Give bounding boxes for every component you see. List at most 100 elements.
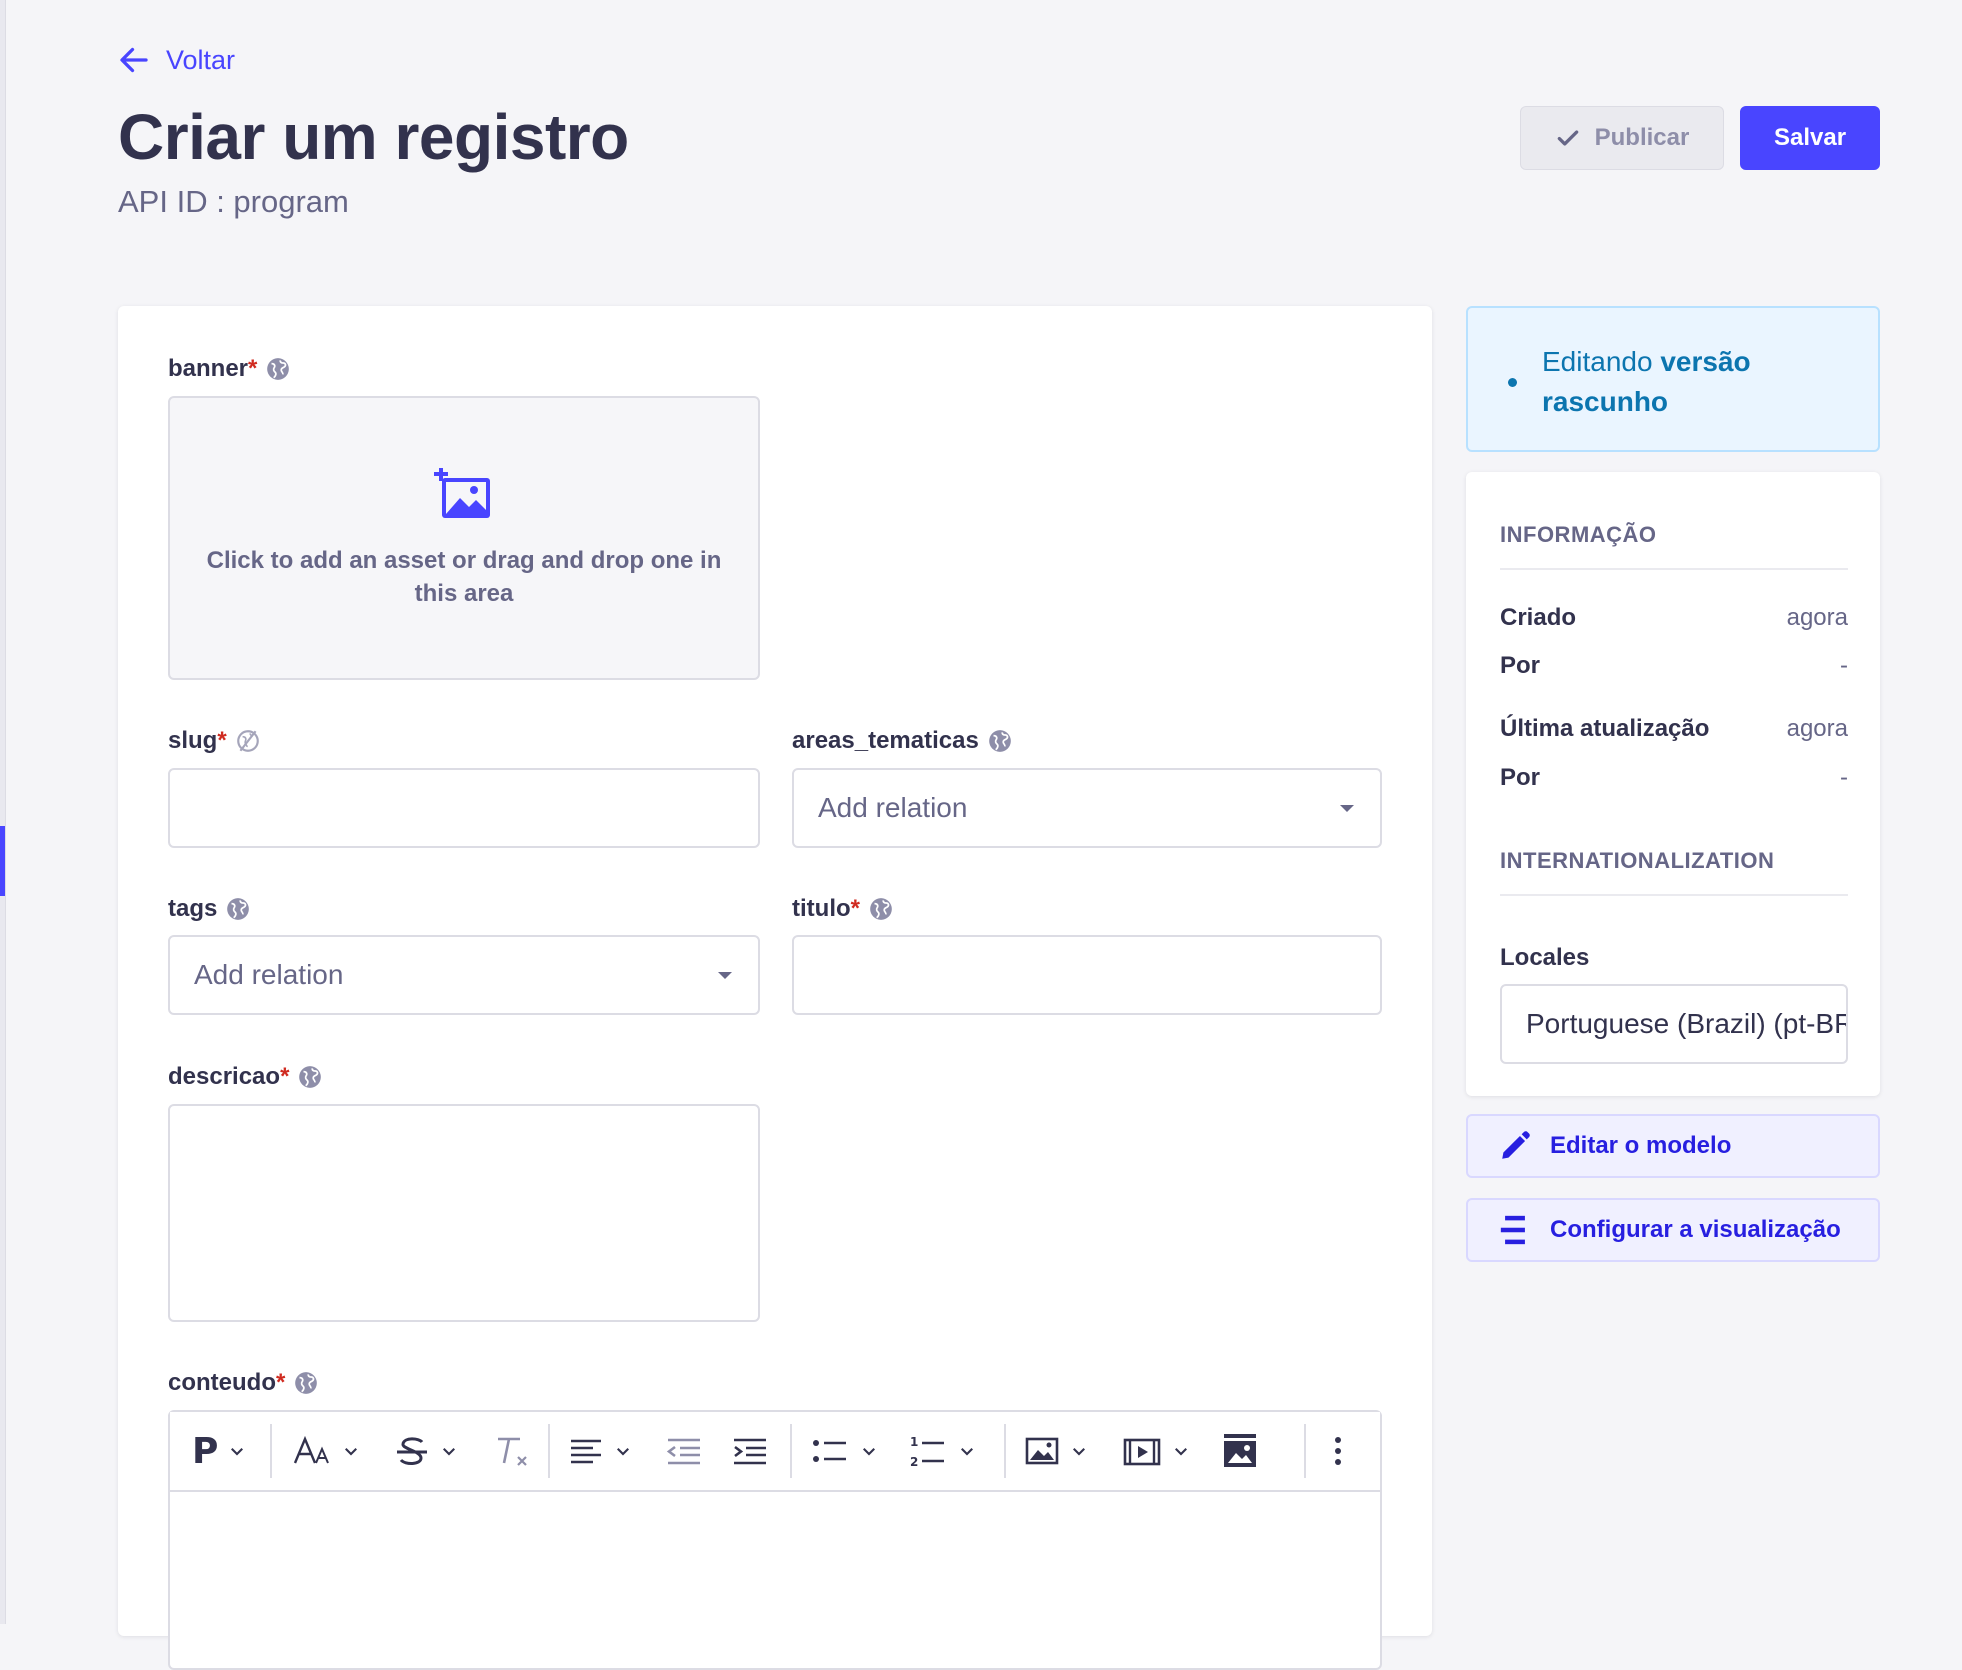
locale-select[interactable]: Portuguese (Brazil) (pt-BR) — [1500, 984, 1848, 1064]
alignment-dropdown[interactable] — [568, 1426, 632, 1476]
descricao-label-text: descricao — [168, 1063, 281, 1090]
required-marker: * — [276, 1369, 286, 1396]
divider — [1500, 894, 1848, 896]
paragraph-format-dropdown[interactable]: P — [192, 1426, 246, 1476]
save-button[interactable]: Salvar — [1740, 106, 1880, 170]
more-vertical-icon — [1335, 1437, 1341, 1465]
chevron-down-icon — [345, 1448, 357, 1456]
info-row-label: Por — [1500, 652, 1541, 679]
pencil-icon — [1502, 1131, 1530, 1159]
bulleted-list-icon — [813, 1440, 846, 1462]
info-row-value: agora — [1786, 604, 1848, 631]
chevron-down-icon — [231, 1448, 244, 1456]
insert-image-dropdown[interactable] — [1024, 1426, 1088, 1476]
information-title: INFORMAÇÃO — [1500, 522, 1657, 547]
edit-model-label: Editar o modelo — [1550, 1132, 1732, 1159]
descricao-field-label: descricao* — [168, 1063, 323, 1091]
chevron-down-icon — [443, 1448, 455, 1456]
configure-view-label: Configurar a visualização — [1550, 1216, 1841, 1243]
required-marker: * — [850, 895, 860, 922]
globe-icon — [295, 1372, 318, 1394]
font-size-icon — [293, 1435, 329, 1464]
strikethrough-icon — [397, 1437, 427, 1465]
chevron-down-icon — [863, 1448, 875, 1456]
information-panel: INFORMAÇÃO Criado agora Por - Última atu… — [1466, 472, 1880, 1096]
page-title: Criar um registro — [118, 101, 629, 173]
back-link[interactable]: Voltar — [116, 42, 235, 78]
info-row-value: agora — [1786, 715, 1848, 742]
tags-placeholder: Add relation — [194, 959, 344, 990]
indent-button[interactable] — [730, 1426, 770, 1476]
info-row-label: Última atualização — [1500, 715, 1710, 742]
edit-model-button[interactable]: Editar o modelo — [1466, 1114, 1880, 1178]
tags-field-label: tags — [168, 895, 251, 923]
globe-icon — [988, 730, 1011, 752]
required-marker: * — [280, 1063, 290, 1090]
left-nav-active-indicator — [0, 826, 5, 896]
publish-button[interactable]: Publicar — [1520, 106, 1724, 170]
media-library-icon — [1224, 1434, 1256, 1467]
align-left-icon — [571, 1439, 601, 1464]
globe-icon — [299, 1066, 322, 1088]
toolbar-divider — [1004, 1424, 1006, 1478]
paragraph-icon: P — [192, 1430, 219, 1472]
slug-input[interactable] — [168, 768, 760, 848]
insert-video-dropdown[interactable] — [1122, 1426, 1190, 1476]
banner-dropzone[interactable]: Click to add an asset or drag and drop o… — [168, 396, 760, 680]
layout-lines-icon — [1500, 1215, 1525, 1245]
areas-tematicas-placeholder: Add relation — [818, 792, 968, 823]
left-nav-edge — [0, 0, 6, 1624]
info-row-label: Criado — [1500, 604, 1577, 631]
outdent-icon — [666, 1438, 700, 1465]
outdent-button[interactable] — [664, 1426, 704, 1476]
locales-label: Locales — [1500, 944, 1590, 971]
slug-label-text: slug — [168, 727, 218, 754]
required-marker: * — [217, 727, 227, 754]
svg-text:1: 1 — [910, 1435, 918, 1449]
globe-icon — [267, 358, 290, 380]
publish-button-label: Publicar — [1594, 124, 1690, 151]
descricao-textarea[interactable] — [168, 1104, 760, 1322]
info-row-value: - — [1840, 652, 1848, 679]
divider — [1500, 568, 1848, 570]
save-button-label: Salvar — [1773, 124, 1847, 151]
draft-status-text: Editando versão rascunho — [1542, 342, 1852, 422]
font-size-dropdown[interactable] — [292, 1426, 360, 1476]
chevron-down-icon — [1175, 1448, 1187, 1456]
arrow-left-icon — [120, 47, 148, 73]
chevron-down-icon — [617, 1448, 629, 1456]
toolbar-divider — [790, 1424, 792, 1478]
add-image-icon — [434, 468, 490, 518]
areas-tematicas-relation-select[interactable]: Add relation — [792, 768, 1382, 848]
video-icon — [1123, 1438, 1161, 1466]
globe-icon — [227, 898, 250, 920]
info-row-label: Por — [1500, 764, 1541, 791]
conteudo-rich-text-editor[interactable]: P 1 2 — [168, 1410, 1382, 1670]
check-icon — [1557, 130, 1578, 146]
internationalization-title: INTERNATIONALIZATION — [1500, 848, 1775, 873]
bulleted-list-dropdown[interactable] — [810, 1426, 878, 1476]
back-link-label: Voltar — [166, 44, 236, 75]
titulo-input[interactable] — [792, 935, 1382, 1015]
toolbar-divider — [270, 1424, 272, 1478]
caret-down-icon — [718, 971, 732, 979]
banner-field-label: banner* — [168, 355, 291, 383]
areas-tematicas-label-text: areas_tematicas — [792, 727, 979, 754]
editor-toolbar: P 1 2 — [170, 1412, 1380, 1492]
conteudo-label-text: conteudo — [168, 1369, 276, 1396]
media-library-button[interactable] — [1220, 1426, 1260, 1476]
strikethrough-dropdown[interactable] — [394, 1426, 458, 1476]
clear-formatting-button[interactable] — [492, 1426, 532, 1476]
more-options-button[interactable] — [1326, 1426, 1350, 1476]
draft-status-notice: Editando versão rascunho — [1466, 306, 1880, 452]
configure-view-button[interactable]: Configurar a visualização — [1466, 1198, 1880, 1262]
required-marker: * — [248, 355, 258, 382]
chevron-down-icon — [1073, 1448, 1085, 1456]
tags-relation-select[interactable]: Add relation — [168, 935, 760, 1015]
conteudo-field-label: conteudo* — [168, 1369, 319, 1397]
draft-status-prefix: Editando — [1542, 346, 1653, 377]
clear-formatting-icon — [498, 1437, 527, 1466]
slug-field-label: slug* — [168, 727, 261, 755]
numbered-list-dropdown[interactable]: 1 2 — [908, 1426, 976, 1476]
titulo-label-text: titulo — [792, 895, 851, 922]
